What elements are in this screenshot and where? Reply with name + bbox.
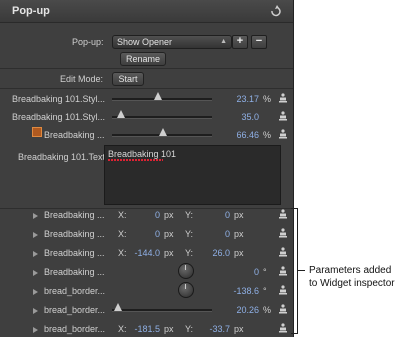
y-unit: px bbox=[234, 248, 244, 258]
slider-unit-1: % bbox=[263, 94, 272, 104]
disclosure-triangle-icon[interactable] bbox=[33, 232, 38, 238]
callout-bracket bbox=[291, 208, 298, 334]
divider bbox=[0, 88, 293, 89]
x-label: X: bbox=[118, 210, 127, 220]
slider-label-1: Breadbaking 101.Styl... bbox=[12, 94, 106, 104]
rig-person-icon[interactable] bbox=[278, 247, 288, 257]
rig-person-icon[interactable] bbox=[278, 266, 288, 276]
text-param-value[interactable]: Breadbaking 101 bbox=[108, 149, 176, 159]
param-row-label: bread_border... bbox=[44, 286, 106, 296]
animation-icon bbox=[32, 127, 42, 137]
inspector-title: Pop-up bbox=[12, 5, 50, 17]
x-label: X: bbox=[118, 229, 127, 239]
slider-track[interactable] bbox=[112, 309, 212, 312]
rig-person-icon[interactable] bbox=[278, 111, 288, 121]
x-value[interactable]: -181.5 bbox=[124, 324, 160, 334]
disclosure-triangle-icon[interactable] bbox=[33, 289, 38, 295]
x-unit: px bbox=[164, 248, 174, 258]
disclosure-triangle-icon[interactable] bbox=[33, 213, 38, 219]
remove-button[interactable]: − bbox=[251, 35, 267, 49]
param-row-label: Breadbaking ... bbox=[44, 267, 105, 277]
param-row-label: Breadbaking ... bbox=[44, 248, 105, 258]
slider-label-3: Breadbaking ... bbox=[44, 130, 105, 140]
callout-leader bbox=[297, 270, 305, 271]
slider-value-2[interactable]: 35.0 bbox=[215, 112, 259, 122]
rename-button[interactable]: Rename bbox=[120, 52, 166, 66]
y-label: Y: bbox=[185, 324, 194, 334]
y-unit: px bbox=[234, 210, 244, 220]
slider-track-1[interactable] bbox=[112, 98, 212, 101]
slider-thumb-2[interactable] bbox=[117, 110, 125, 118]
rotation-unit: ° bbox=[263, 267, 267, 277]
rig-person-icon[interactable] bbox=[278, 209, 288, 219]
slider-thumb[interactable] bbox=[114, 303, 122, 311]
x-unit: px bbox=[164, 210, 174, 220]
widget-inspector-panel: Pop-up Pop-up: Show Opener ▲ + − Rename … bbox=[0, 0, 294, 337]
rotation-dial[interactable] bbox=[178, 263, 194, 279]
x-value[interactable]: 0 bbox=[130, 210, 160, 220]
popup-menu[interactable]: Show Opener ▲ bbox=[112, 35, 232, 49]
disclosure-triangle-icon[interactable] bbox=[33, 327, 38, 333]
rotation-value[interactable]: -138.6 bbox=[215, 286, 259, 296]
y-label: Y: bbox=[185, 210, 194, 220]
rotation-dial[interactable] bbox=[178, 282, 194, 298]
annotation-line-2: to Widget inspector bbox=[309, 278, 395, 289]
slider-label-2: Breadbaking 101.Styl... bbox=[12, 112, 106, 122]
slider-value[interactable]: 20.26 bbox=[215, 305, 259, 315]
slider-unit-3: % bbox=[263, 130, 272, 140]
disclosure-triangle-icon[interactable] bbox=[33, 308, 38, 314]
y-value[interactable]: 26.0 bbox=[200, 248, 230, 258]
param-row-label: Breadbaking ... bbox=[44, 210, 105, 220]
start-button[interactable]: Start bbox=[112, 72, 144, 86]
popup-value: Show Opener bbox=[117, 37, 173, 47]
rig-person-icon[interactable] bbox=[278, 285, 288, 295]
x-value[interactable]: 0 bbox=[130, 229, 160, 239]
rig-person-icon[interactable] bbox=[278, 228, 288, 238]
rig-person-icon[interactable] bbox=[278, 93, 288, 103]
annotation-line-1: Parameters added bbox=[309, 265, 392, 276]
y-label: Y: bbox=[185, 229, 194, 239]
slider-unit: % bbox=[263, 305, 272, 315]
x-unit: px bbox=[164, 229, 174, 239]
spellcheck-underline bbox=[108, 159, 163, 161]
x-unit: px bbox=[164, 324, 174, 334]
slider-value-1[interactable]: 23.17 bbox=[215, 94, 259, 104]
rig-person-icon[interactable] bbox=[278, 129, 288, 139]
param-row-label: bread_border... bbox=[44, 324, 106, 334]
reset-icon[interactable] bbox=[269, 5, 281, 17]
x-value[interactable]: -144.0 bbox=[124, 248, 160, 258]
inspector-title-bar: Pop-up bbox=[0, 0, 293, 23]
rotation-unit: ° bbox=[263, 286, 267, 296]
y-value[interactable]: -33.7 bbox=[200, 324, 230, 334]
divider bbox=[0, 208, 293, 209]
y-unit: px bbox=[234, 324, 244, 334]
edit-mode-label: Edit Mode: bbox=[60, 74, 104, 84]
y-value[interactable]: 0 bbox=[200, 229, 230, 239]
slider-thumb-3[interactable] bbox=[159, 128, 167, 136]
text-param-label: Breadbaking 101.Text bbox=[18, 152, 106, 162]
add-button[interactable]: + bbox=[232, 35, 248, 49]
disclosure-triangle-icon[interactable] bbox=[33, 251, 38, 257]
param-row-label: Breadbaking ... bbox=[44, 229, 105, 239]
slider-value-3[interactable]: 66.46 bbox=[215, 130, 259, 140]
rig-person-icon[interactable] bbox=[278, 323, 288, 333]
popup-label: Pop-up: bbox=[72, 37, 104, 47]
slider-thumb-1[interactable] bbox=[154, 92, 162, 100]
y-label: Y: bbox=[185, 248, 194, 258]
y-value[interactable]: 0 bbox=[200, 210, 230, 220]
text-param-field[interactable]: Breadbaking 101 bbox=[104, 145, 281, 205]
y-unit: px bbox=[234, 229, 244, 239]
slider-track-2[interactable] bbox=[112, 116, 212, 119]
rotation-value[interactable]: 0 bbox=[215, 267, 259, 277]
disclosure-triangle-icon[interactable] bbox=[33, 270, 38, 276]
divider bbox=[0, 68, 293, 69]
rig-person-icon[interactable] bbox=[278, 304, 288, 314]
param-row-label: bread_border... bbox=[44, 305, 106, 315]
popup-arrows-icon: ▲ bbox=[220, 38, 227, 45]
